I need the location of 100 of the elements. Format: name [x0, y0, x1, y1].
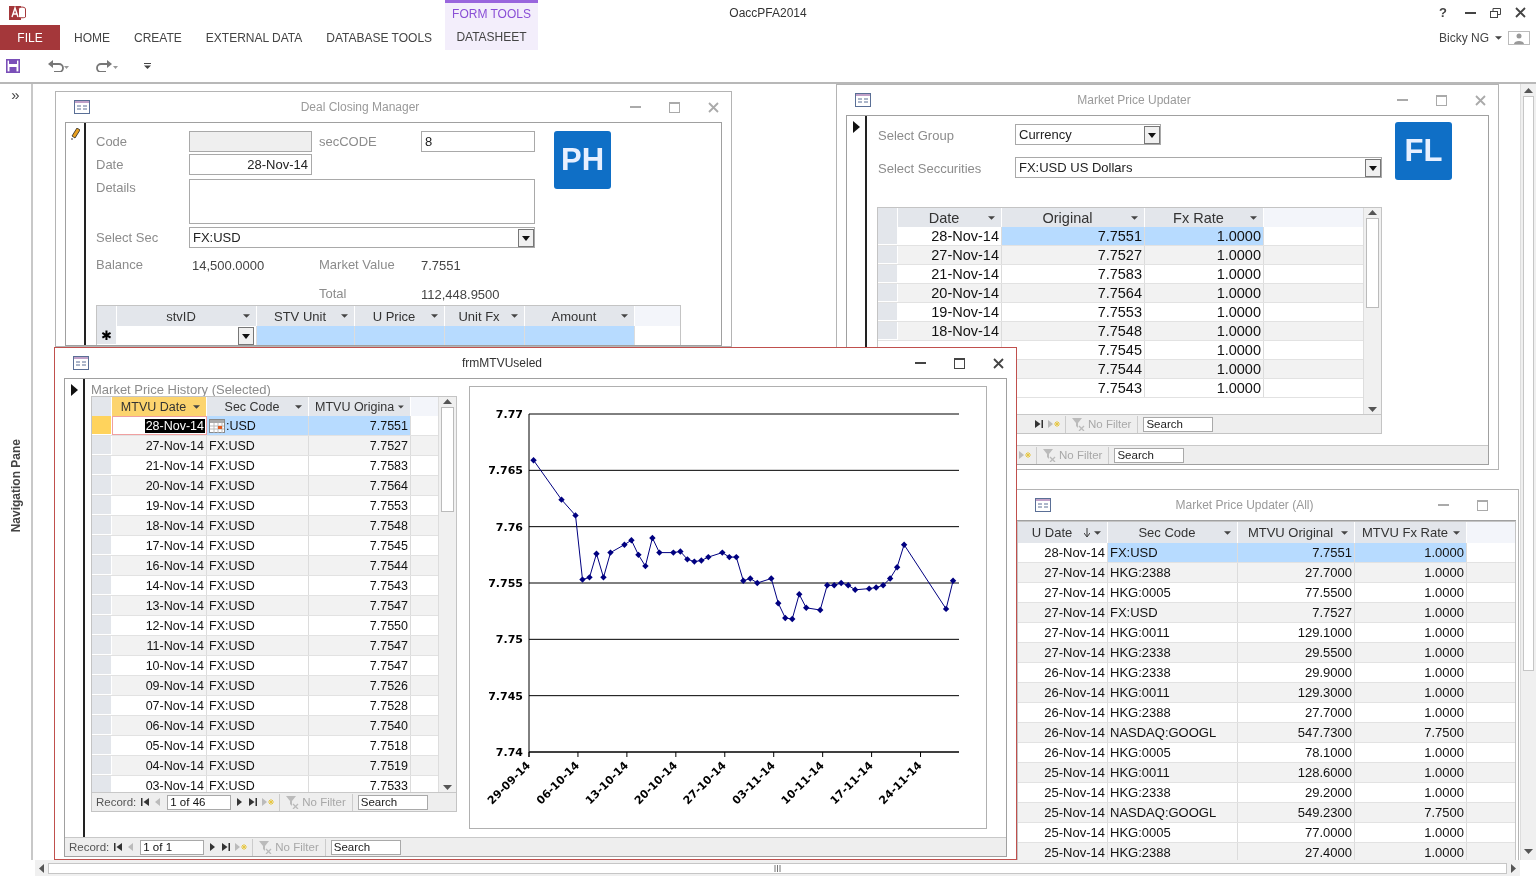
row-selector[interactable]	[92, 516, 112, 535]
grip-icon[interactable]	[774, 864, 781, 872]
table-row[interactable]: 07-Nov-14 FX:USD 7.7528	[92, 696, 438, 716]
row-selector[interactable]	[92, 616, 112, 635]
scrollbar-thumb[interactable]	[441, 407, 454, 512]
ribbon-tab[interactable]: DATABASE TOOLS	[314, 25, 445, 50]
ribbon-tab[interactable]: DATASHEET	[445, 25, 538, 50]
row-selector[interactable]	[92, 416, 112, 435]
new-row-selector[interactable]: ✱	[97, 326, 117, 345]
table-row[interactable]: 27-Nov-14 7.7527 1.0000	[878, 246, 1363, 265]
user-name[interactable]: Bicky NG	[1439, 30, 1489, 45]
new-record-icon[interactable]	[235, 842, 248, 852]
table-row[interactable]: 19-Nov-14 FX:USD 7.7553	[92, 496, 438, 516]
scroll-down-icon[interactable]	[1524, 849, 1533, 854]
table-row[interactable]: 25-Nov-14 HKG:2388 27.4000 1.0000	[1018, 843, 1515, 860]
table-row[interactable]: 19-Nov-14 7.7553 1.0000	[878, 303, 1363, 322]
column-header[interactable]: Sec Code	[207, 397, 309, 416]
row-selector[interactable]	[878, 265, 898, 283]
row-selector[interactable]	[92, 696, 112, 715]
row-selector[interactable]	[878, 322, 898, 340]
row-selector[interactable]	[92, 716, 112, 735]
column-header[interactable]: Date	[898, 208, 1002, 227]
table-cell[interactable]: 28-Nov-14	[144, 418, 205, 433]
last-record-icon[interactable]	[249, 797, 258, 807]
new-record-icon[interactable]	[1048, 419, 1060, 429]
close-icon[interactable]	[1515, 7, 1526, 18]
column-header[interactable]: U Date	[1018, 522, 1108, 543]
ribbon-tab[interactable]: HOME	[62, 25, 122, 50]
redo-icon[interactable]	[96, 60, 118, 72]
table-row[interactable]: 10-Nov-14 FX:USD 7.7547	[92, 656, 438, 676]
row-selector[interactable]	[878, 227, 898, 245]
table-row[interactable]: 26-Nov-14 HKG:2338 29.9000 1.0000	[1018, 663, 1515, 683]
select-field[interactable]: FX:USD	[189, 227, 535, 248]
table-row[interactable]: 12-Nov-14 FX:USD 7.7550	[92, 616, 438, 636]
vertical-scrollbar[interactable]	[1363, 208, 1381, 414]
table-row[interactable]: 05-Nov-14 FX:USD 7.7518	[92, 736, 438, 756]
table-row[interactable]: 20-Nov-14 FX:USD 7.7564	[92, 476, 438, 496]
table-row[interactable]: 25-Nov-14 HKG:2338 29.2000 1.0000	[1018, 783, 1515, 803]
table-cell[interactable]	[445, 326, 525, 345]
select-all-button[interactable]	[97, 306, 117, 326]
row-selector[interactable]	[92, 456, 112, 475]
row-selector[interactable]	[92, 636, 112, 655]
scroll-up-icon[interactable]	[1524, 88, 1533, 93]
table-row[interactable]: 26-Nov-14 HKG:0011 129.3000 1.0000	[1018, 683, 1515, 703]
table-row[interactable]: 25-Nov-14 HKG:0005 77.0000 1.0000	[1018, 823, 1515, 843]
column-header[interactable]: MTVU Original	[1238, 522, 1355, 543]
table-row[interactable]: 25-Nov-14 NASDAQ:GOOGL 549.2300 7.7500	[1018, 803, 1515, 823]
table-row[interactable]: 27-Nov-14 HKG:2388 27.7000 1.0000	[1018, 563, 1515, 583]
row-selector[interactable]	[92, 536, 112, 555]
row-selector[interactable]	[92, 756, 112, 775]
help-button[interactable]: ?	[1435, 5, 1451, 20]
dropdown-button[interactable]	[238, 326, 254, 345]
table-row[interactable]: 14-Nov-14 FX:USD 7.7543	[92, 576, 438, 596]
row-selector[interactable]	[92, 596, 112, 615]
new-record-icon[interactable]	[262, 797, 275, 807]
navigation-pane-label[interactable]: Navigation Pane	[8, 439, 23, 533]
calendar-icon[interactable]	[209, 418, 225, 433]
table-row[interactable]: 20-Nov-14 7.7564 1.0000	[878, 284, 1363, 303]
table-row[interactable]: 26-Nov-14 NASDAQ:GOOGL 547.7300 7.7500	[1018, 723, 1515, 743]
table-row[interactable]: 04-Nov-14 FX:USD 7.7519	[92, 756, 438, 776]
table-row[interactable]: 18-Nov-14 7.7548 1.0000	[878, 322, 1363, 341]
row-selector[interactable]	[878, 303, 898, 321]
row-selector[interactable]	[878, 284, 898, 302]
table-row[interactable]: 18-Nov-14 FX:USD 7.7548	[92, 516, 438, 536]
scroll-right-icon[interactable]	[1511, 863, 1516, 873]
minimize-icon[interactable]	[1465, 11, 1476, 14]
first-record-icon[interactable]	[141, 797, 150, 807]
row-selector[interactable]	[92, 496, 112, 515]
customize-icon[interactable]	[144, 63, 151, 69]
search-field[interactable]: Search	[1143, 416, 1214, 432]
table-row[interactable]: 27-Nov-14 FX:USD 7.7527	[92, 436, 438, 456]
row-selector[interactable]	[92, 656, 112, 675]
select-field[interactable]: Currency	[1015, 124, 1161, 145]
scroll-up-icon[interactable]	[1368, 210, 1377, 215]
vertical-scrollbar[interactable]	[1520, 84, 1536, 860]
first-record-icon[interactable]	[114, 842, 123, 852]
restore-icon[interactable]	[1490, 7, 1501, 18]
row-selector[interactable]	[92, 676, 112, 695]
column-header[interactable]: MTVU Date	[112, 397, 207, 416]
search-field[interactable]: Search	[1114, 447, 1185, 463]
column-header[interactable]: U Price	[355, 306, 445, 326]
table-row[interactable]: 21-Nov-14 7.7583 1.0000	[878, 265, 1363, 284]
record-number-field[interactable]: 1 of 46	[167, 794, 232, 810]
save-icon[interactable]	[6, 59, 20, 73]
details-field[interactable]	[189, 179, 535, 224]
column-header[interactable]: Original	[1002, 208, 1145, 227]
table-cell[interactable]	[525, 326, 635, 345]
maximize-icon[interactable]	[954, 357, 965, 369]
search-field[interactable]: Search	[357, 794, 428, 810]
expand-button[interactable]: »	[11, 86, 20, 103]
scrollbar-thumb[interactable]	[1366, 218, 1379, 308]
undo-icon[interactable]	[48, 60, 70, 72]
record-number-field[interactable]: 1 of 1	[140, 839, 205, 855]
column-header[interactable]: Sec Code	[1108, 522, 1238, 543]
row-selector[interactable]	[92, 576, 112, 595]
scroll-down-icon[interactable]	[1368, 407, 1377, 412]
table-row[interactable]: 21-Nov-14 FX:USD 7.7583	[92, 456, 438, 476]
table-row[interactable]: 26-Nov-14 HKG:0005 78.1000 1.0000	[1018, 743, 1515, 763]
table-row[interactable]: 13-Nov-14 FX:USD 7.7547	[92, 596, 438, 616]
table-cell[interactable]	[257, 326, 355, 345]
